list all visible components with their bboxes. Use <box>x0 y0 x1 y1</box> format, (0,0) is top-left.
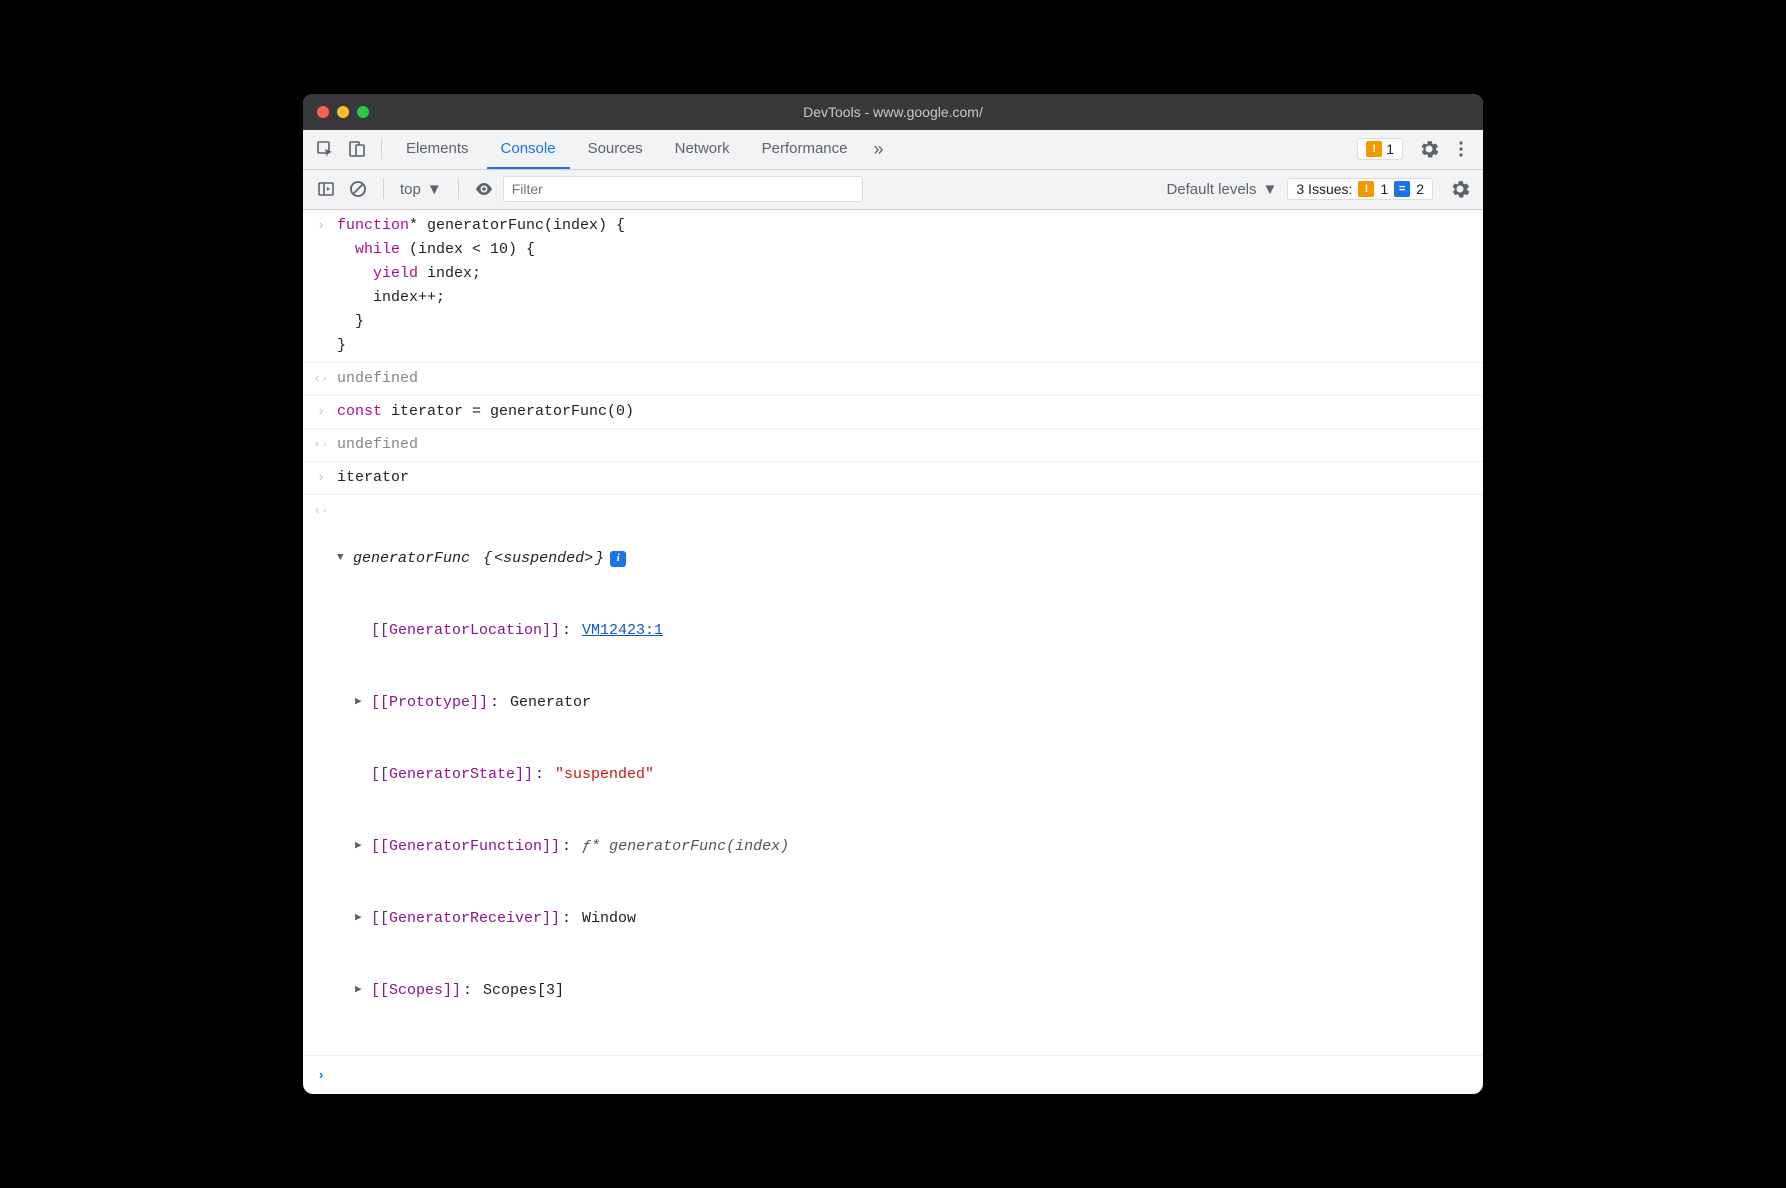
chevron-down-icon: ▼ <box>427 181 442 198</box>
output-value: undefined <box>337 433 1473 457</box>
console-output-row: ‹· generatorFunc {<suspended>} i [[Gener… <box>303 495 1483 1055</box>
warning-icon: ! <box>1358 181 1374 197</box>
code-block: iterator <box>337 466 1473 490</box>
chevron-down-icon: ▼ <box>1263 181 1278 198</box>
object-name: generatorFunc <box>353 547 470 571</box>
disclosure-triangle-icon[interactable] <box>337 550 351 568</box>
issues-info-count: 2 <box>1416 181 1424 197</box>
input-chevron-icon: › <box>313 466 329 489</box>
object-property[interactable]: [[GeneratorLocation]]: VM12423:1 <box>337 619 1473 643</box>
warning-icon: ! <box>1366 141 1382 157</box>
traffic-lights <box>317 106 369 118</box>
console-input-row[interactable]: › function* generatorFunc(index) { while… <box>303 210 1483 363</box>
tab-elements[interactable]: Elements <box>392 129 483 169</box>
object-property[interactable]: [[Prototype]]: Generator <box>337 691 1473 715</box>
console-input-row[interactable]: › iterator <box>303 462 1483 495</box>
disclosure-triangle-icon[interactable] <box>355 982 369 1000</box>
code-block: const iterator = generatorFunc(0) <box>337 400 1473 424</box>
prompt-input[interactable] <box>337 1064 1473 1087</box>
source-link[interactable]: VM12423:1 <box>582 619 663 643</box>
context-label: top <box>400 181 421 198</box>
warnings-count: 1 <box>1386 141 1394 157</box>
output-chevron-icon: ‹· <box>313 367 329 390</box>
console-output-row: ‹· undefined <box>303 429 1483 462</box>
object-tree: generatorFunc {<suspended>} i [[Generato… <box>337 499 1473 1051</box>
context-selector[interactable]: top ▼ <box>396 181 446 198</box>
console-toolbar: top ▼ Default levels ▼ 3 Issues: ! 1 = 2 <box>303 170 1483 210</box>
titlebar: DevTools - www.google.com/ <box>303 94 1483 130</box>
clear-console-icon[interactable] <box>345 176 371 202</box>
toggle-sidebar-icon[interactable] <box>313 176 339 202</box>
issues-warn-count: 1 <box>1380 181 1388 197</box>
info-icon[interactable]: i <box>610 551 626 567</box>
disclosure-triangle-icon[interactable] <box>355 694 369 712</box>
object-header[interactable]: generatorFunc {<suspended>} i <box>337 547 1473 571</box>
object-property[interactable]: [[GeneratorFunction]]: ƒ* generatorFunc(… <box>337 835 1473 859</box>
disclosure-triangle-icon[interactable] <box>355 910 369 928</box>
disclosure-triangle-icon[interactable] <box>355 838 369 856</box>
settings-icon[interactable] <box>1415 135 1443 163</box>
device-toolbar-icon[interactable] <box>343 135 371 163</box>
prompt-chevron-icon: › <box>313 1064 329 1087</box>
console-input-row[interactable]: › const iterator = generatorFunc(0) <box>303 396 1483 429</box>
warnings-badge[interactable]: ! 1 <box>1357 138 1403 160</box>
output-chevron-icon: ‹· <box>313 499 329 522</box>
console-output-row: ‹· undefined <box>303 363 1483 396</box>
window-title: DevTools - www.google.com/ <box>303 104 1483 120</box>
tab-console[interactable]: Console <box>487 129 570 169</box>
console-prompt[interactable]: › <box>303 1055 1483 1095</box>
divider <box>458 179 459 199</box>
log-levels-selector[interactable]: Default levels ▼ <box>1162 181 1281 198</box>
console-settings-icon[interactable] <box>1447 176 1473 202</box>
close-button[interactable] <box>317 106 329 118</box>
tab-network[interactable]: Network <box>661 129 744 169</box>
info-icon: = <box>1394 181 1410 197</box>
console-body: › function* generatorFunc(index) { while… <box>303 210 1483 1095</box>
filter-input[interactable] <box>503 176 863 202</box>
live-expression-icon[interactable] <box>471 176 497 202</box>
input-chevron-icon: › <box>313 214 329 237</box>
object-property[interactable]: [[GeneratorReceiver]]: Window <box>337 907 1473 931</box>
kebab-menu-icon[interactable] <box>1447 135 1475 163</box>
object-property[interactable]: [[GeneratorState]]: "suspended" <box>337 763 1473 787</box>
issues-box[interactable]: 3 Issues: ! 1 = 2 <box>1287 178 1433 200</box>
tab-performance[interactable]: Performance <box>748 129 862 169</box>
issues-label: 3 Issues: <box>1296 181 1352 197</box>
minimize-button[interactable] <box>337 106 349 118</box>
tabbar: Elements Console Sources Network Perform… <box>303 130 1483 170</box>
inspect-element-icon[interactable] <box>311 135 339 163</box>
output-value: undefined <box>337 367 1473 391</box>
divider <box>383 179 384 199</box>
devtools-window: DevTools - www.google.com/ Elements Cons… <box>303 94 1483 1095</box>
object-property[interactable]: [[Scopes]]: Scopes[3] <box>337 979 1473 1003</box>
more-tabs-icon[interactable]: » <box>866 139 892 160</box>
tab-sources[interactable]: Sources <box>574 129 657 169</box>
maximize-button[interactable] <box>357 106 369 118</box>
code-block: function* generatorFunc(index) { while (… <box>337 214 1473 358</box>
divider <box>381 139 382 159</box>
input-chevron-icon: › <box>313 400 329 423</box>
output-chevron-icon: ‹· <box>313 433 329 456</box>
levels-label: Default levels <box>1166 181 1256 198</box>
